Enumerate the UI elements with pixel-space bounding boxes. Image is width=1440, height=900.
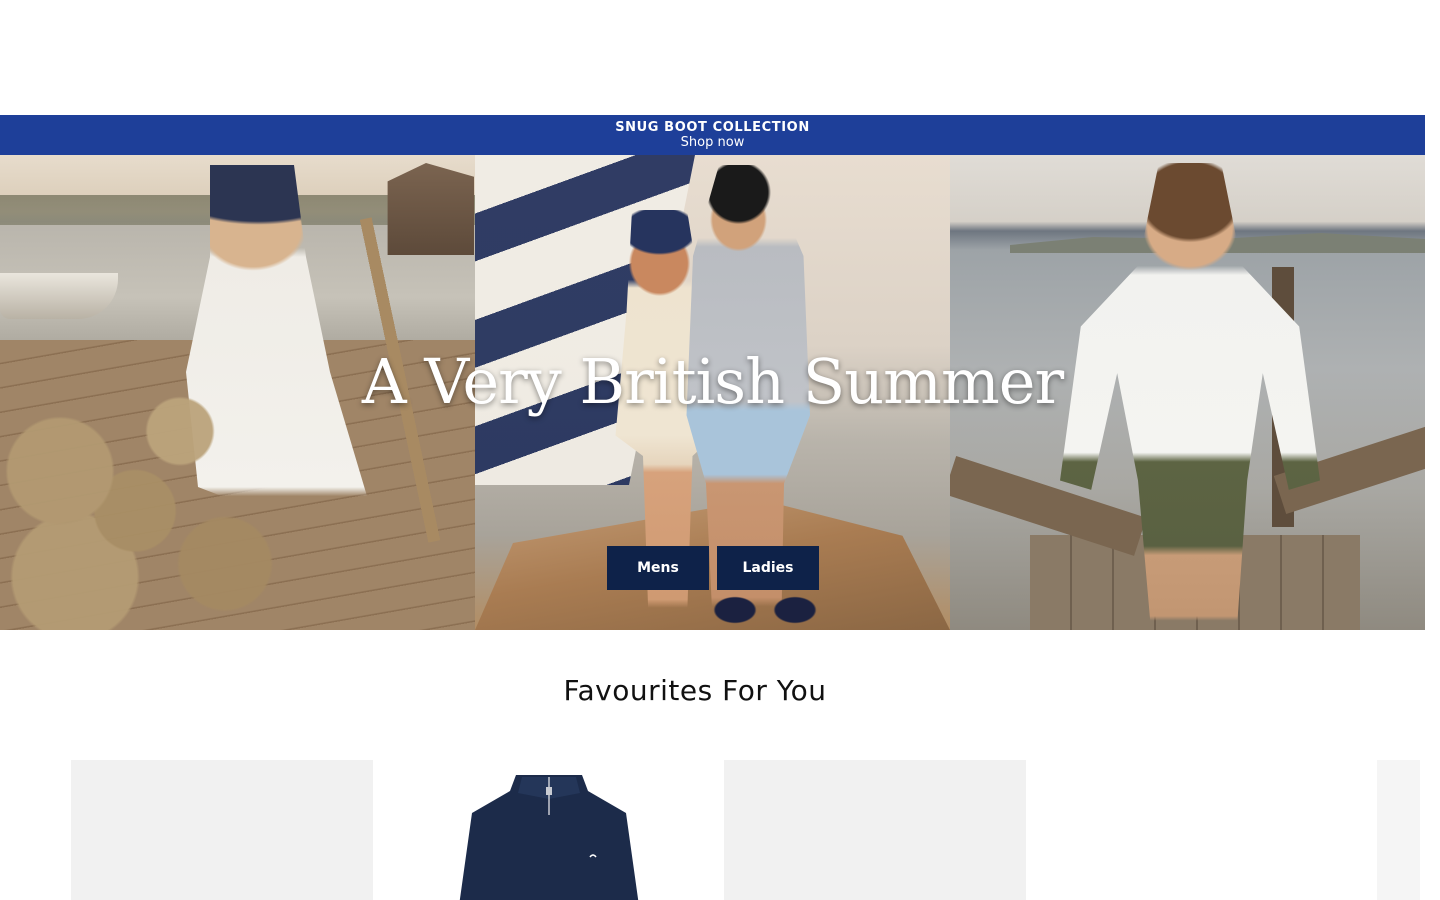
header-area — [0, 0, 1425, 115]
mens-button[interactable]: Mens — [607, 546, 709, 590]
product-card[interactable] — [1377, 760, 1420, 900]
product-card[interactable] — [71, 760, 373, 900]
promo-banner[interactable]: SNUG BOOT COLLECTION Shop now — [0, 115, 1425, 155]
product-image-quarter-zip — [459, 775, 639, 900]
ladies-button[interactable]: Ladies — [717, 546, 819, 590]
product-card[interactable] — [724, 760, 1026, 900]
promo-shop-now-link[interactable]: Shop now — [681, 135, 745, 150]
hero-title: A Very British Summer — [361, 345, 1064, 418]
promo-title: SNUG BOOT COLLECTION — [615, 120, 810, 135]
product-card[interactable] — [398, 760, 700, 900]
hero-banner: A Very British Summer Mens Ladies — [0, 155, 1425, 630]
hero-buttons: Mens Ladies — [607, 546, 819, 590]
favourites-title: Favourites For You — [563, 674, 827, 707]
